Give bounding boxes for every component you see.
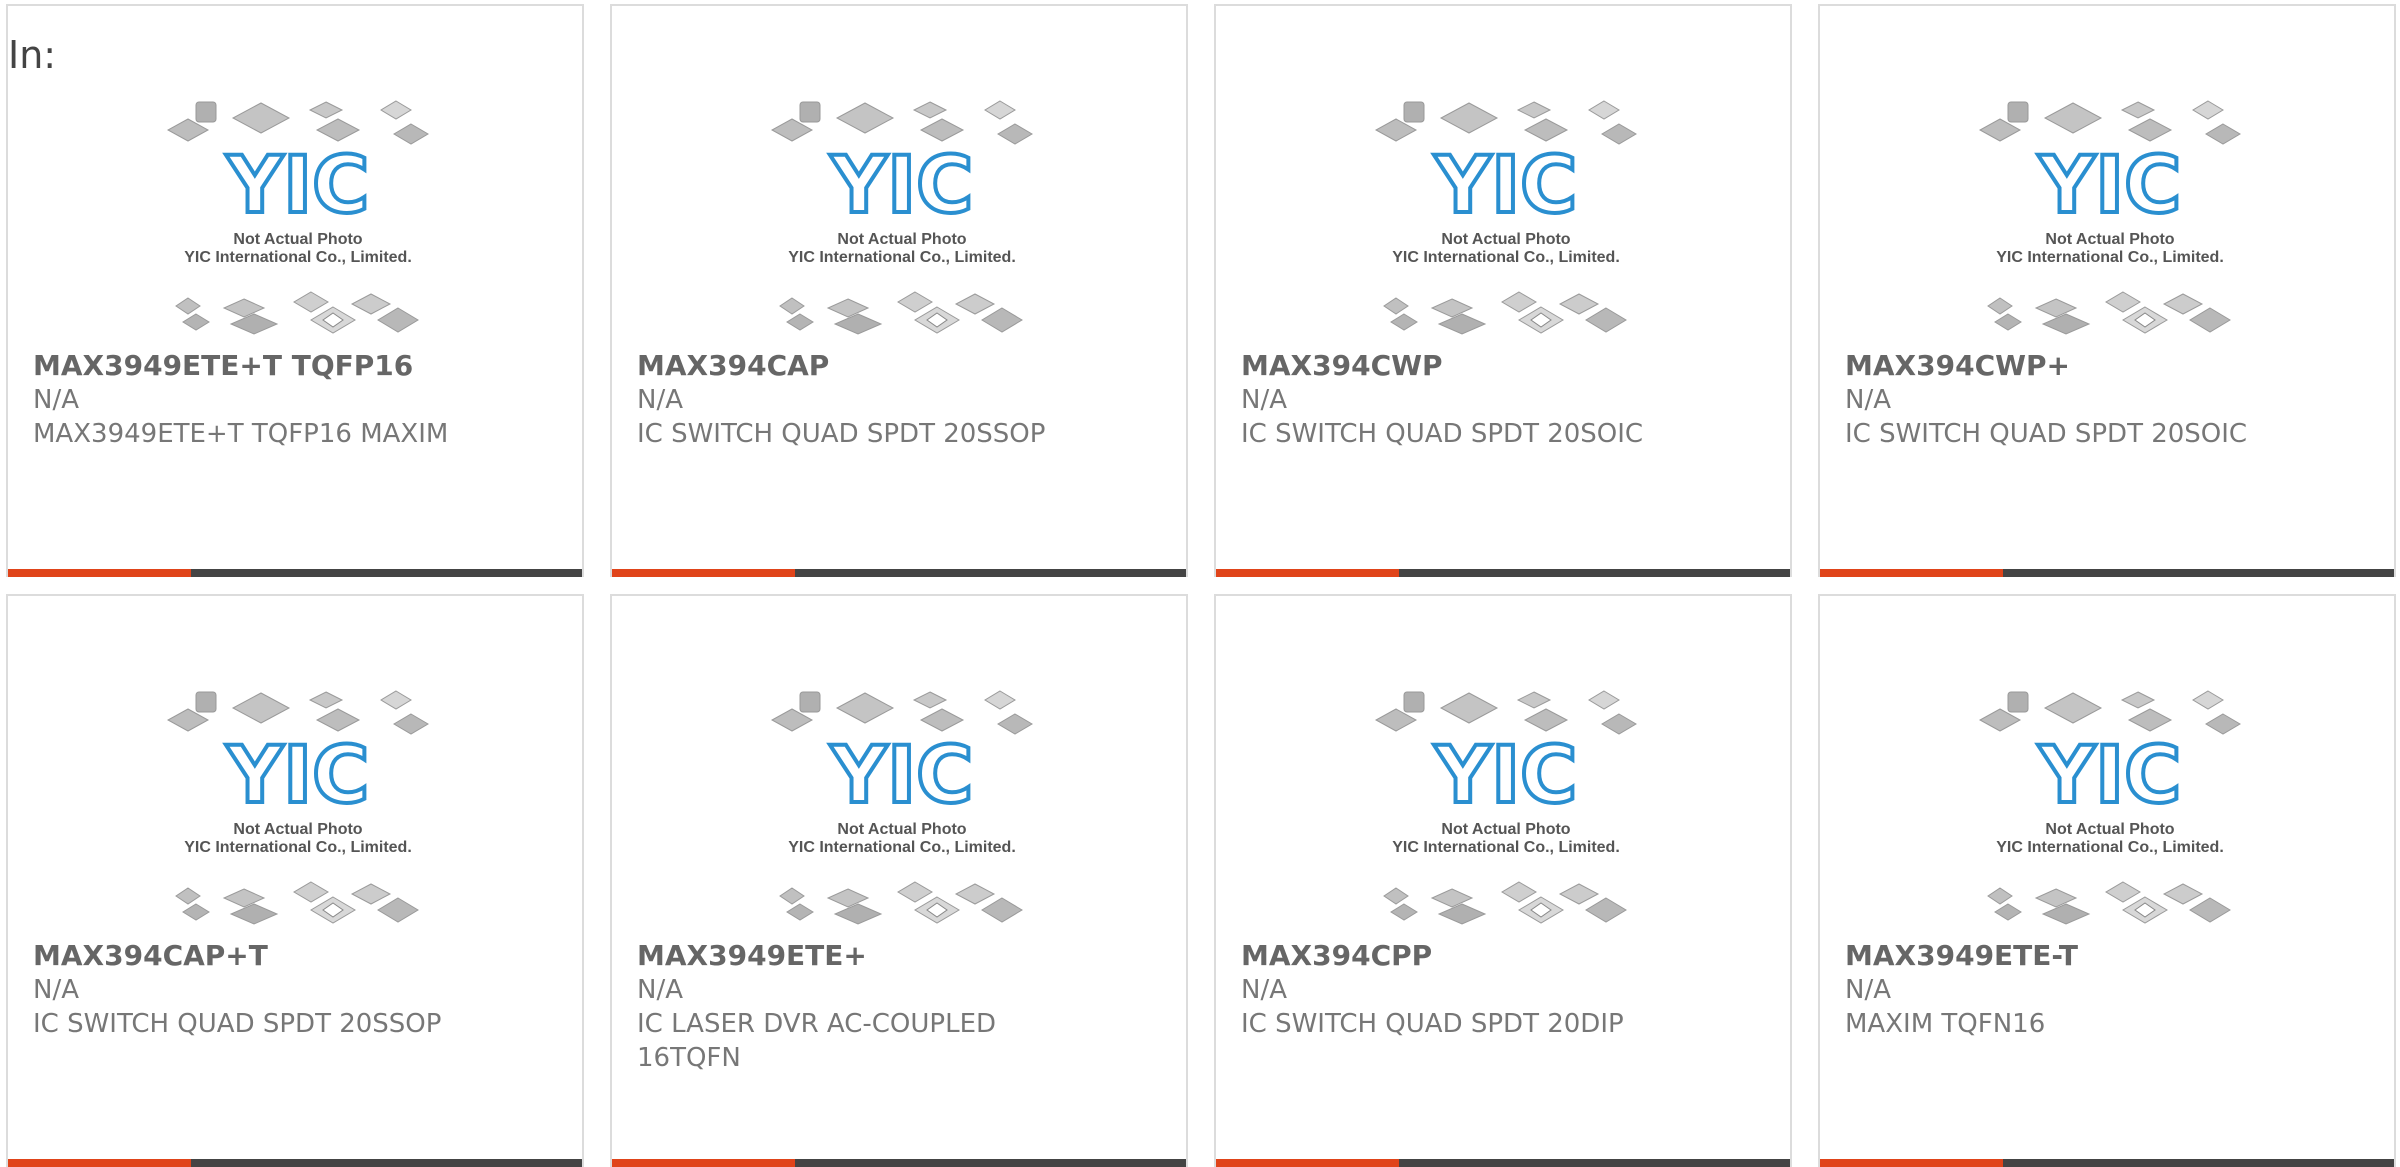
yic-logo: YIC bbox=[226, 731, 370, 821]
product-card[interactable]: YIC Not Actual Photo YIC International Co.… bbox=[1214, 594, 1792, 1167]
photo-caption-1: Not Actual Photo bbox=[2045, 821, 2174, 838]
yic-logo: YIC bbox=[830, 731, 974, 821]
product-card[interactable]: YIC Not Actual Photo YIC International Co.… bbox=[610, 4, 1188, 577]
photo-caption-2: YIC International Co., Limited. bbox=[1392, 249, 1620, 266]
manufacturer: N/A bbox=[33, 975, 79, 1005]
product-info: MAX394CWP N/A IC SWITCH QUAD SPDT 20SOIC bbox=[1241, 349, 1761, 451]
product-info: MAX3949ETE+ N/A IC LASER DVR AC-COUPLED … bbox=[637, 939, 1157, 1075]
chip-icons: YICNot Actual PhotoYIC International Co.… bbox=[1374, 100, 1637, 335]
photo-caption-2: YIC International Co., Limited. bbox=[1392, 839, 1620, 856]
card-bar-accent bbox=[1216, 569, 1399, 577]
description: IC LASER DVR AC-COUPLED 16TQFN bbox=[637, 1009, 997, 1073]
manufacturer: N/A bbox=[1241, 385, 1287, 415]
product-info: MAX394CAP+T N/A IC SWITCH QUAD SPDT 20SS… bbox=[33, 939, 553, 1041]
product-info: MAX3949ETE+T TQFP16 N/A MAX3949ETE+T TQF… bbox=[33, 349, 553, 451]
part-number[interactable]: MAX394CWP+ bbox=[1845, 349, 2365, 383]
chip-icons: YICNot Actual PhotoYIC International Co.… bbox=[770, 100, 1033, 335]
placeholder-photo: YICNot Actual PhotoYIC International Co.… bbox=[770, 690, 1033, 925]
part-number[interactable]: MAX3949ETE+ bbox=[637, 939, 1157, 973]
part-number[interactable]: MAX3949ETE-T bbox=[1845, 939, 2365, 973]
photo-caption-2: YIC International Co., Limited. bbox=[184, 839, 412, 856]
photo-caption-2: YIC International Co., Limited. bbox=[184, 249, 412, 266]
description: IC SWITCH QUAD SPDT 20SOIC bbox=[1241, 419, 1644, 449]
card-bar-accent bbox=[612, 1159, 795, 1167]
product-card[interactable]: YIC Not Actual Photo YIC International Co.… bbox=[1214, 4, 1792, 577]
chip-icons: YICNot Actual PhotoYIC International Co.… bbox=[1978, 100, 2241, 335]
photo-caption-1: Not Actual Photo bbox=[837, 821, 966, 838]
description: MAXIM TQFN16 bbox=[1845, 1009, 2046, 1039]
photo-caption-2: YIC International Co., Limited. bbox=[788, 839, 1016, 856]
card-bar bbox=[612, 569, 1186, 577]
manufacturer: N/A bbox=[33, 385, 79, 415]
product-card[interactable]: YIC Not Actual Photo YIC International Co.… bbox=[1818, 4, 2396, 577]
card-bar-accent bbox=[612, 569, 795, 577]
card-bar-accent bbox=[1216, 1159, 1399, 1167]
placeholder-photo: YICNot Actual PhotoYIC International Co.… bbox=[770, 100, 1033, 335]
placeholder-photo: YICNot Actual PhotoYIC International Co.… bbox=[166, 690, 429, 925]
photo-caption-1: Not Actual Photo bbox=[2045, 231, 2174, 248]
card-bar-accent bbox=[8, 1159, 191, 1167]
placeholder-photo: YICNot Actual PhotoYIC International Co.… bbox=[1978, 100, 2241, 335]
placeholder-photo: YICNot Actual PhotoYIC International Co.… bbox=[1978, 690, 2241, 925]
product-card[interactable]: YIC Not Actual Photo YIC International Co.… bbox=[1818, 594, 2396, 1167]
placeholder-photo: YICNot Actual PhotoYIC International Co.… bbox=[166, 100, 429, 335]
card-bar-accent bbox=[8, 569, 191, 577]
part-number[interactable]: MAX394CWP bbox=[1241, 349, 1761, 383]
photo-caption-1: Not Actual Photo bbox=[233, 821, 362, 838]
photo-caption-2: YIC International Co., Limited. bbox=[788, 249, 1016, 266]
card-bar-accent bbox=[1820, 569, 2003, 577]
description: IC SWITCH QUAD SPDT 20SOIC bbox=[1845, 419, 2248, 449]
placeholder-photo: YICNot Actual PhotoYIC International Co.… bbox=[1374, 690, 1637, 925]
chip-icons: YICNot Actual PhotoYIC International Co.… bbox=[1978, 690, 2241, 925]
part-number[interactable]: MAX394CPP bbox=[1241, 939, 1761, 973]
manufacturer: N/A bbox=[637, 385, 683, 415]
description: IC SWITCH QUAD SPDT 20DIP bbox=[1241, 1009, 1624, 1039]
part-number[interactable]: MAX394CAP+T bbox=[33, 939, 553, 973]
manufacturer: N/A bbox=[1845, 385, 1891, 415]
card-bar-accent bbox=[1820, 1159, 2003, 1167]
in-label: In: bbox=[8, 33, 57, 77]
part-number[interactable]: MAX394CAP bbox=[637, 349, 1157, 383]
chip-icons: YICNot Actual PhotoYIC International Co.… bbox=[1374, 690, 1637, 925]
chip-icons: YICNot Actual PhotoYIC International Co.… bbox=[770, 690, 1033, 925]
chip-icons: YICNot Actual PhotoYIC International Co.… bbox=[166, 690, 429, 925]
manufacturer: N/A bbox=[1241, 975, 1287, 1005]
yic-logo: YIC bbox=[2038, 141, 2182, 231]
product-card[interactable]: YIC Not Actual Photo YIC International Co.… bbox=[6, 4, 584, 577]
product-info: MAX394CWP+ N/A IC SWITCH QUAD SPDT 20SOI… bbox=[1845, 349, 2365, 451]
card-bar bbox=[1820, 569, 2394, 577]
product-card[interactable]: YIC Not Actual Photo YIC International Co.… bbox=[610, 594, 1188, 1167]
yic-logo: YIC bbox=[1434, 141, 1578, 231]
description: IC SWITCH QUAD SPDT 20SSOP bbox=[637, 419, 1046, 449]
description: IC SWITCH QUAD SPDT 20SSOP bbox=[33, 1009, 442, 1039]
product-info: MAX394CPP N/A IC SWITCH QUAD SPDT 20DIP bbox=[1241, 939, 1761, 1041]
card-bar bbox=[8, 1159, 582, 1167]
part-number[interactable]: MAX3949ETE+T TQFP16 bbox=[33, 349, 553, 383]
photo-caption-1: Not Actual Photo bbox=[1441, 821, 1570, 838]
description: MAX3949ETE+T TQFP16 MAXIM bbox=[33, 419, 449, 449]
yic-logo: YIC bbox=[226, 141, 370, 231]
manufacturer: N/A bbox=[637, 975, 683, 1005]
photo-caption-2: YIC International Co., Limited. bbox=[1996, 839, 2224, 856]
product-info: MAX3949ETE-T N/A MAXIM TQFN16 bbox=[1845, 939, 2365, 1041]
card-bar bbox=[1216, 1159, 1790, 1167]
photo-caption-1: Not Actual Photo bbox=[837, 231, 966, 248]
card-bar bbox=[612, 1159, 1186, 1167]
product-info: MAX394CAP N/A IC SWITCH QUAD SPDT 20SSOP bbox=[637, 349, 1157, 451]
card-bar bbox=[1820, 1159, 2394, 1167]
photo-caption-2: YIC International Co., Limited. bbox=[1996, 249, 2224, 266]
card-bar bbox=[1216, 569, 1790, 577]
chip-icons: YICNot Actual PhotoYIC International Co.… bbox=[166, 100, 429, 335]
photo-caption-1: Not Actual Photo bbox=[233, 231, 362, 248]
yic-logo: YIC bbox=[830, 141, 974, 231]
product-grid: YIC Not Actual Photo YIC International Co.… bbox=[6, 4, 2400, 1167]
manufacturer: N/A bbox=[1845, 975, 1891, 1005]
yic-logo: YIC bbox=[1434, 731, 1578, 821]
product-card[interactable]: YIC Not Actual Photo YIC International Co.… bbox=[6, 594, 584, 1167]
yic-logo: YIC bbox=[2038, 731, 2182, 821]
placeholder-photo: YICNot Actual PhotoYIC International Co.… bbox=[1374, 100, 1637, 335]
card-bar bbox=[8, 569, 582, 577]
photo-caption-1: Not Actual Photo bbox=[1441, 231, 1570, 248]
